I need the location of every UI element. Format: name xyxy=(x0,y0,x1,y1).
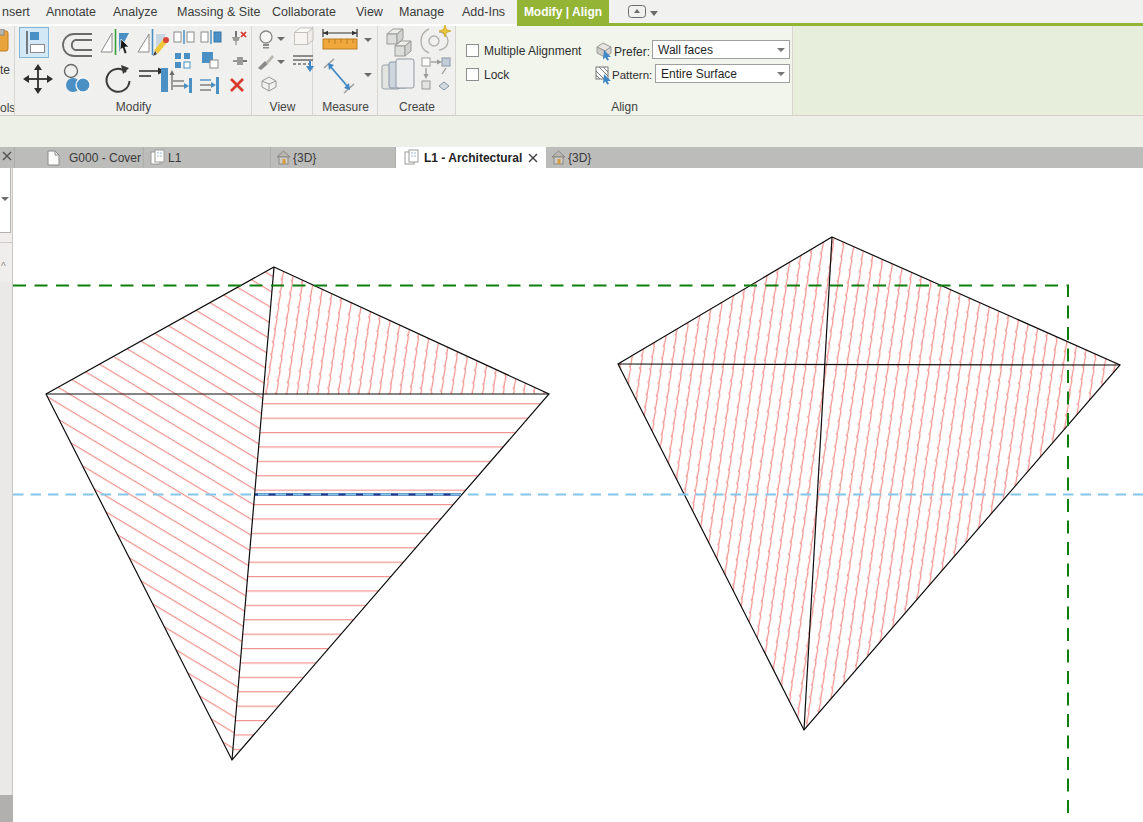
sheet-icon xyxy=(47,150,61,166)
align-panel-label: Align xyxy=(456,100,793,114)
move-icon[interactable] xyxy=(23,64,53,94)
tab-l1[interactable]: L1 xyxy=(168,151,181,165)
prefer-dropdown[interactable]: Wall faces xyxy=(652,40,790,59)
tab-insert-fragment[interactable]: nsert xyxy=(2,5,30,19)
prefer-caret-icon[interactable] xyxy=(777,48,785,52)
prefer-label: Prefer: xyxy=(614,45,650,59)
measure-panel-label: Measure xyxy=(313,100,378,114)
pyramid-right-hatch[interactable] xyxy=(618,237,1120,730)
tab-modify-align-active[interactable]: Modify | Align xyxy=(517,0,609,24)
tab-annotate[interactable]: Annotate xyxy=(46,5,96,19)
ruler-icon[interactable] xyxy=(320,28,360,52)
paste-label-fragment[interactable]: te xyxy=(0,63,10,77)
tab-3d-2[interactable]: {3D} xyxy=(568,151,591,165)
left-palette-caret-icon[interactable] xyxy=(1,197,9,201)
tab-manage[interactable]: Manage xyxy=(399,5,444,19)
copy-icon[interactable] xyxy=(61,63,93,95)
home-icon xyxy=(276,150,291,165)
pyramid-left-face-bottom-left[interactable] xyxy=(46,394,263,760)
home-icon-2 xyxy=(551,150,566,165)
create-group-icon[interactable] xyxy=(383,25,413,57)
tab-massing-site[interactable]: Massing & Site xyxy=(177,5,260,19)
delete-icon[interactable] xyxy=(228,76,246,94)
pin-icon[interactable] xyxy=(231,53,247,68)
tab-add-ins[interactable]: Add-Ins xyxy=(462,5,505,19)
trim-extend-corner-icon[interactable] xyxy=(137,62,175,95)
paintbrush-icon[interactable] xyxy=(256,53,276,70)
mirror-draw-axis-icon[interactable] xyxy=(136,27,172,59)
tab-collaborate[interactable]: Collaborate xyxy=(272,5,336,19)
mirror-pick-axis-icon[interactable] xyxy=(98,27,134,59)
split-with-gap-icon[interactable] xyxy=(200,30,222,44)
measure-between-icon[interactable] xyxy=(321,57,357,95)
tab-view[interactable]: View xyxy=(356,5,383,19)
view-panel-label: View xyxy=(252,100,313,114)
left-palette-bottom-corner xyxy=(0,795,13,822)
modify-panel-label: Modify xyxy=(15,100,252,114)
prefer-value: Wall faces xyxy=(658,43,713,57)
multiple-alignment-checkbox[interactable] xyxy=(466,44,479,57)
prefer-icon xyxy=(595,41,614,61)
trim-multiple-icon[interactable] xyxy=(198,77,222,94)
tab-g000-cover[interactable]: G000 - Cover xyxy=(69,151,141,165)
tab-analyze[interactable]: Analyze xyxy=(113,5,157,19)
options-bar xyxy=(0,116,1143,147)
pattern-label: Pattern: xyxy=(612,69,652,81)
unpin-icon[interactable] xyxy=(229,29,247,45)
thin-lines-cube-icon[interactable] xyxy=(292,26,314,48)
lock-label: Lock xyxy=(484,68,509,82)
left-palette-lower xyxy=(0,282,13,795)
paintbrush-caret-icon[interactable] xyxy=(277,60,285,64)
left-palette-divider xyxy=(0,242,13,243)
lock-checkbox[interactable] xyxy=(466,68,479,81)
pattern-caret-icon[interactable] xyxy=(777,72,785,76)
paste-icon-fragment[interactable] xyxy=(0,29,10,55)
split-element-icon[interactable] xyxy=(173,30,195,44)
scale-icon[interactable] xyxy=(201,51,219,69)
drawing-canvas[interactable] xyxy=(13,168,1143,822)
tab-l1-architectural-active[interactable]: L1 - Architectural xyxy=(424,151,522,165)
rotate-icon[interactable] xyxy=(99,62,133,96)
create-similar-icon[interactable] xyxy=(419,25,451,57)
ribbon-filler xyxy=(793,26,1143,115)
active-tab-close-icon[interactable] xyxy=(528,153,538,163)
offset-icon[interactable] xyxy=(56,29,96,59)
array-icon[interactable] xyxy=(174,52,191,69)
lightbulb-icon[interactable] xyxy=(258,29,274,49)
align-tool-button-selected[interactable] xyxy=(19,27,49,58)
create-parts-icon[interactable] xyxy=(420,56,452,94)
tab-3d-1[interactable]: {3D} xyxy=(293,151,316,165)
ribbon-collapse-icon[interactable] xyxy=(628,5,658,19)
measure2-caret-icon[interactable] xyxy=(364,73,372,77)
left-palette-chevron: ^ xyxy=(1,261,6,272)
multiple-alignment-label: Multiple Alignment xyxy=(484,44,581,58)
hidden-elements-box-icon[interactable] xyxy=(259,75,279,93)
measure-caret-icon[interactable] xyxy=(364,38,372,42)
ribbon-tab-bar: nsert Annotate Analyze Massing & Site Co… xyxy=(0,0,1143,24)
plan-icon xyxy=(150,149,165,166)
create-assembly-icon[interactable] xyxy=(380,57,418,93)
lightbulb-caret-icon[interactable] xyxy=(277,37,285,41)
pattern-dropdown[interactable]: Entire Surface xyxy=(655,64,790,83)
create-panel-label: Create xyxy=(378,100,456,114)
plan-icon-active xyxy=(404,149,419,166)
pattern-value: Entire Surface xyxy=(661,67,737,81)
align-trim-icon[interactable] xyxy=(171,77,195,94)
tabbar-close-icon[interactable] xyxy=(2,151,13,162)
